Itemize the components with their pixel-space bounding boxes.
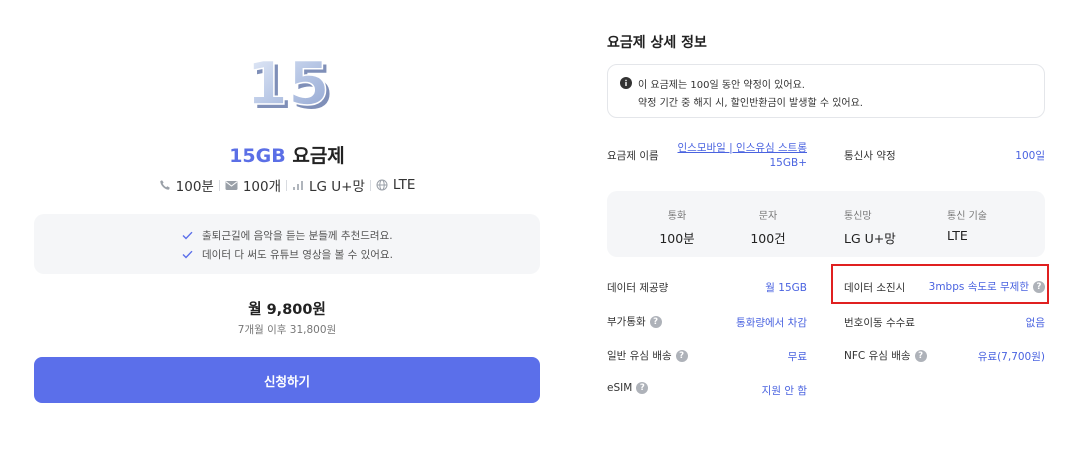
summary-sms: 문자 100건 [750, 207, 785, 247]
plan-summary-panel: 15 15 15GB 요금제 100분 100개 LG U+망 LTE 출퇴근길… [34, 0, 540, 455]
plan-name-label: 요금제 이름 [607, 150, 659, 162]
usim-delivery-label: 일반 유심 배송 ? [607, 348, 688, 363]
plan-name-line: 15GB+ [769, 157, 808, 169]
summary-call: 통화 100분 [659, 207, 694, 247]
data-provided-value: 월 15GB [765, 282, 807, 294]
nfc-usim-delivery-value: 유료(7,700원) [977, 351, 1045, 363]
apply-button[interactable]: 신청하기 [34, 357, 540, 403]
plan-title-highlight: 15GB [229, 145, 286, 167]
spec-network: LG U+망 [292, 175, 365, 195]
check-icon [182, 231, 193, 240]
data-provided-label: 데이터 제공량 [607, 282, 669, 294]
spec-call-value: 100분 [175, 179, 214, 195]
divider [369, 179, 371, 191]
signal-bars-icon [293, 181, 304, 190]
divider [286, 179, 288, 191]
recommendation-text: 데이터 다 써도 유튜브 영상을 볼 수 있어요. [202, 249, 393, 261]
esim-label: eSIM ? [607, 382, 649, 394]
highlight-box [831, 264, 1049, 304]
notice-line: 약정 기간 중 해지 시, 할인반환금이 발생할 수 있어요. [638, 98, 863, 109]
usim-delivery-label-text: 일반 유심 배송 [607, 350, 672, 362]
plan-specs: 100분 100개 LG U+망 LTE [34, 175, 540, 195]
recommendation-item: 출퇴근길에 음악을 듣는 분들께 추천드려요. [34, 226, 540, 245]
extra-call-label-text: 부가통화 [607, 316, 646, 328]
notice-line: 이 요금제는 100일 동안 약정이 있어요. [638, 80, 805, 91]
spec-tech-value: LTE [392, 177, 416, 193]
plan-name-line: 인스모바일 | 인스유심 스트롱 [677, 142, 807, 154]
summary-tech: 통신 기술 LTE [947, 207, 987, 243]
spec-message: 100개 [225, 175, 281, 195]
summary-value: LG U+망 [844, 231, 896, 246]
check-icon [182, 250, 193, 259]
divider [218, 179, 220, 191]
spec-message-value: 100개 [242, 179, 282, 195]
summary-value: 100분 [659, 231, 695, 246]
help-icon[interactable]: ? [636, 382, 649, 394]
plan-title: 15GB 요금제 [34, 141, 540, 168]
summary-value: 100건 [750, 231, 786, 246]
monthly-price: 월 9,800원 [248, 302, 326, 318]
summary-caption: 통신망 [844, 211, 872, 222]
esim-value: 지원 안 함 [761, 385, 807, 397]
usim-delivery-value: 무료 [787, 351, 807, 363]
phone-icon [159, 180, 170, 190]
summary-caption: 통신 기술 [947, 211, 987, 222]
carrier-contract-value: 100일 [1015, 150, 1045, 162]
recommendation-item: 데이터 다 써도 유튜브 영상을 볼 수 있어요. [34, 245, 540, 264]
globe-icon [376, 179, 388, 191]
nfc-usim-delivery-label-text: NFC 유심 배송 [844, 350, 911, 362]
help-icon[interactable]: ? [675, 349, 688, 362]
help-icon[interactable]: ? [649, 315, 662, 328]
plan-details-panel: 요금제 상세 정보 이 요금제는 100일 동안 약정이 있어요. 약정 기간 … [607, 0, 1045, 455]
spec-call: 100분 [159, 175, 214, 195]
recommendation-text: 출퇴근길에 음악을 듣는 분들께 추천드려요. [202, 230, 393, 242]
spec-summary-box: 통화 100분 문자 100건 통신망 LG U+망 통신 기술 LTE [607, 191, 1045, 257]
recommendation-box: 출퇴근길에 음악을 듣는 분들께 추천드려요. 데이터 다 써도 유튜브 영상을… [34, 214, 540, 274]
section-title: 요금제 상세 정보 [607, 35, 707, 51]
plan-name-link[interactable]: 인스모바일 | 인스유심 스트롱 [678, 140, 807, 155]
badge-text: 15 [246, 49, 330, 116]
nfc-usim-delivery-label: NFC 유심 배송 ? [844, 348, 927, 363]
plan-title-rest: 요금제 [292, 145, 345, 167]
carrier-contract-label: 통신사 약정 [844, 150, 896, 162]
info-icon [620, 77, 632, 89]
number-port-fee-label: 번호이동 수수료 [844, 317, 915, 329]
price-after-promo: 7개월 이후 31,800원 [237, 324, 337, 336]
extra-call-label: 부가통화 ? [607, 314, 662, 329]
spec-network-value: LG U+망 [309, 179, 365, 195]
summary-caption: 문자 [758, 211, 778, 222]
summary-caption: 통화 [667, 211, 687, 222]
summary-network: 통신망 LG U+망 [844, 207, 896, 247]
plan-15-badge-icon: 15 15 [246, 48, 334, 116]
extra-call-value: 통화량에서 차감 [736, 317, 807, 329]
number-port-fee-value: 없음 [1025, 317, 1045, 329]
summary-value: LTE [947, 228, 968, 243]
help-icon[interactable]: ? [914, 349, 927, 362]
contract-notice: 이 요금제는 100일 동안 약정이 있어요. 약정 기간 중 해지 시, 할인… [607, 64, 1045, 118]
message-icon [225, 180, 238, 190]
spec-tech: LTE [376, 177, 415, 193]
esim-label-text: eSIM [607, 382, 633, 394]
